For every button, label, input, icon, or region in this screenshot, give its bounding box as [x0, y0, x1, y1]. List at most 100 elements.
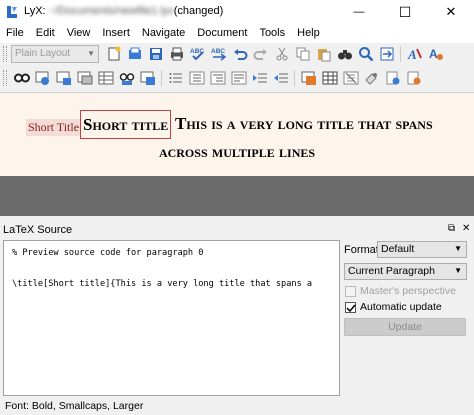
cut-button[interactable]: [272, 45, 291, 64]
menu-help[interactable]: Help: [291, 24, 326, 43]
close-dock-icon[interactable]: ✕: [462, 223, 470, 234]
label-button[interactable]: [383, 69, 402, 88]
paste-button[interactable]: [314, 45, 333, 64]
text-style-icon: A: [429, 47, 443, 61]
checkbox-box: [345, 301, 356, 313]
undo-button[interactable]: [230, 45, 249, 64]
menu-tools[interactable]: Tools: [253, 24, 291, 43]
menu-view[interactable]: View: [61, 24, 97, 43]
cross-ref-button[interactable]: [404, 69, 423, 88]
thesaurus-icon: ABC: [211, 48, 226, 61]
copy-button[interactable]: [293, 45, 312, 64]
bullet-list-icon: [169, 73, 182, 83]
description-list-icon: [210, 71, 225, 85]
redo-button[interactable]: [251, 45, 270, 64]
window-title-app: LyX:: [24, 5, 49, 17]
new-file-icon: [108, 46, 120, 61]
close-button[interactable]: ✕: [428, 0, 474, 24]
find-icon: [337, 50, 352, 60]
document-editor[interactable]: Short Title Short title This is a very l…: [0, 92, 474, 177]
print-icon: [170, 47, 183, 61]
save-button[interactable]: [146, 45, 165, 64]
numbered-list-button[interactable]: [187, 69, 206, 88]
new-file-button[interactable]: [104, 45, 123, 64]
source-line: \title[Short title]{This is a very long …: [12, 279, 313, 289]
minimize-button[interactable]: —: [336, 0, 382, 24]
minimize-icon: —: [353, 6, 365, 18]
font-style-button[interactable]: A: [405, 45, 424, 64]
menu-file[interactable]: File: [0, 24, 30, 43]
menu-insert[interactable]: Insert: [96, 24, 136, 43]
text-style-button[interactable]: A: [426, 45, 445, 64]
open-file-button[interactable]: [125, 45, 144, 64]
thesaurus-button[interactable]: ABC: [209, 45, 228, 64]
view-master-button[interactable]: [75, 69, 94, 88]
status-text: Font: Bold, Smallcaps, Larger: [5, 400, 144, 412]
title-text-line-2: across multiple lines: [158, 142, 316, 161]
float-dock-icon[interactable]: ⧉: [448, 223, 455, 234]
status-bar: Font: Bold, Smallcaps, Larger: [0, 398, 474, 415]
outdent-icon: [252, 73, 267, 83]
svg-text:A: A: [429, 47, 438, 61]
open-file-icon: [128, 47, 141, 59]
indent-button[interactable]: [271, 69, 290, 88]
maximize-button[interactable]: ☐: [382, 0, 428, 24]
note-icon: [364, 73, 377, 85]
insert-table-icon: [322, 71, 337, 85]
insert-table-button[interactable]: [320, 69, 339, 88]
math-button[interactable]: [341, 69, 360, 88]
view-output-icon: [13, 73, 30, 83]
note-button[interactable]: [362, 69, 381, 88]
view-update-button[interactable]: [33, 69, 52, 88]
scope-select[interactable]: Current Paragraph ▼: [344, 263, 467, 280]
update-button[interactable]: Update: [344, 318, 466, 336]
compile-icon: [56, 71, 71, 85]
find-button[interactable]: [335, 45, 354, 64]
short-title-inset[interactable]: Short title: [80, 110, 172, 139]
description-list-button[interactable]: [208, 69, 227, 88]
view-source-button[interactable]: [117, 69, 136, 88]
numbered-list-icon: [189, 71, 204, 85]
table-view-button[interactable]: [96, 69, 115, 88]
toc-button[interactable]: [229, 69, 248, 88]
search-button[interactable]: [356, 45, 375, 64]
short-title-inset-label[interactable]: Short Title: [26, 119, 82, 136]
toc-icon: [231, 71, 246, 85]
spellcheck-button[interactable]: ABC: [188, 45, 207, 64]
outdent-button[interactable]: [250, 69, 269, 88]
insert-graphics-button[interactable]: [299, 69, 318, 88]
automatic-update-checkbox[interactable]: Automatic update: [345, 301, 442, 313]
checkmark-icon: [346, 304, 356, 312]
masters-perspective-checkbox[interactable]: Master's perspective: [345, 285, 456, 297]
format-select-value: Default: [381, 243, 415, 255]
find-replace-button[interactable]: [377, 45, 396, 64]
spellcheck-icon: ABC: [190, 48, 204, 61]
print-button[interactable]: [167, 45, 186, 64]
search-icon: [358, 47, 373, 62]
chevron-down-icon: ▼: [454, 244, 462, 253]
menu-edit[interactable]: Edit: [30, 24, 61, 43]
menu-document[interactable]: Document: [191, 24, 253, 43]
toolbar-separator: [294, 70, 295, 86]
masters-perspective-label: Master's perspective: [360, 285, 456, 297]
copy-icon: [296, 47, 309, 61]
source-line: % Preview source code for paragraph 0: [12, 248, 204, 258]
title-text-line-1: This is a very long title that spans: [175, 114, 433, 133]
layout-combo[interactable]: Plain Layout ▼: [11, 45, 99, 63]
svg-text:ABC: ABC: [211, 48, 225, 55]
bullet-list-button[interactable]: [166, 69, 185, 88]
view-source-alt-button[interactable]: [138, 69, 157, 88]
compile-button[interactable]: [54, 69, 73, 88]
view-output-button[interactable]: [12, 69, 31, 88]
latex-source-view[interactable]: % Preview source code for paragraph 0 \t…: [3, 240, 340, 396]
cross-ref-icon: [407, 71, 420, 85]
title-bar: LyX: ~/Documents/newfile1.lyx(changed) —…: [0, 0, 474, 24]
find-replace-icon: [380, 47, 393, 61]
format-select[interactable]: Default ▼: [377, 241, 467, 258]
toolbar-grip[interactable]: [3, 70, 7, 86]
editor-empty-area: [0, 176, 474, 216]
chevron-down-icon: ▼: [454, 266, 462, 275]
view-source-alt-icon: [140, 71, 155, 85]
toolbar-grip[interactable]: [3, 46, 7, 62]
menu-navigate[interactable]: Navigate: [136, 24, 191, 43]
